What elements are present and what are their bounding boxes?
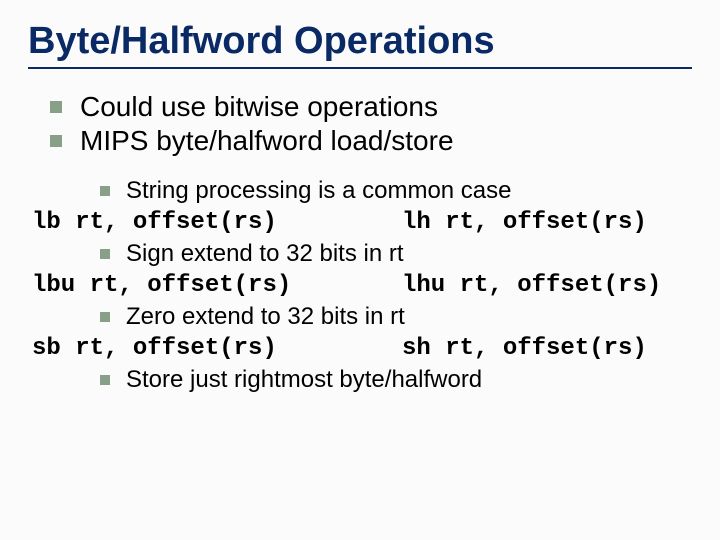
bullet-text: String processing is a common case [126,177,512,205]
code-right: sh rt, offset(rs) [402,335,647,362]
bullet-text: Zero extend to 32 bits in rt [126,303,405,331]
bullet-text: MIPS byte/halfword load/store [80,125,454,157]
square-bullet-icon [50,135,62,147]
code-line: sb rt, offset(rs) sh rt, offset(rs) [28,335,692,362]
code-left: lbu rt, offset(rs) [32,272,402,299]
code-left: lb rt, offset(rs) [32,209,402,236]
bullet-text: Could use bitwise operations [80,91,438,123]
code-line: lb rt, offset(rs) lh rt, offset(rs) [28,209,692,236]
bullet-level2: Store just rightmost byte/halfword [28,366,692,394]
bullet-text: Sign extend to 32 bits in rt [126,240,404,268]
square-bullet-icon [100,375,110,385]
bullet-level1: Could use bitwise operations [28,91,692,123]
bullet-level2: Sign extend to 32 bits in rt [28,240,692,268]
bullet-level2: String processing is a common case [28,177,692,205]
slide-title: Byte/Halfword Operations [28,20,692,63]
code-right: lh rt, offset(rs) [402,209,647,236]
title-underline [28,67,692,69]
square-bullet-icon [100,312,110,322]
bullet-level2: Zero extend to 32 bits in rt [28,303,692,331]
square-bullet-icon [50,101,62,113]
code-line: lbu rt, offset(rs) lhu rt, offset(rs) [28,272,692,299]
bullet-level1: MIPS byte/halfword load/store [28,125,692,157]
square-bullet-icon [100,186,110,196]
bullet-text: Store just rightmost byte/halfword [126,366,482,394]
code-left: sb rt, offset(rs) [32,335,402,362]
code-right: lhu rt, offset(rs) [402,272,661,299]
square-bullet-icon [100,249,110,259]
